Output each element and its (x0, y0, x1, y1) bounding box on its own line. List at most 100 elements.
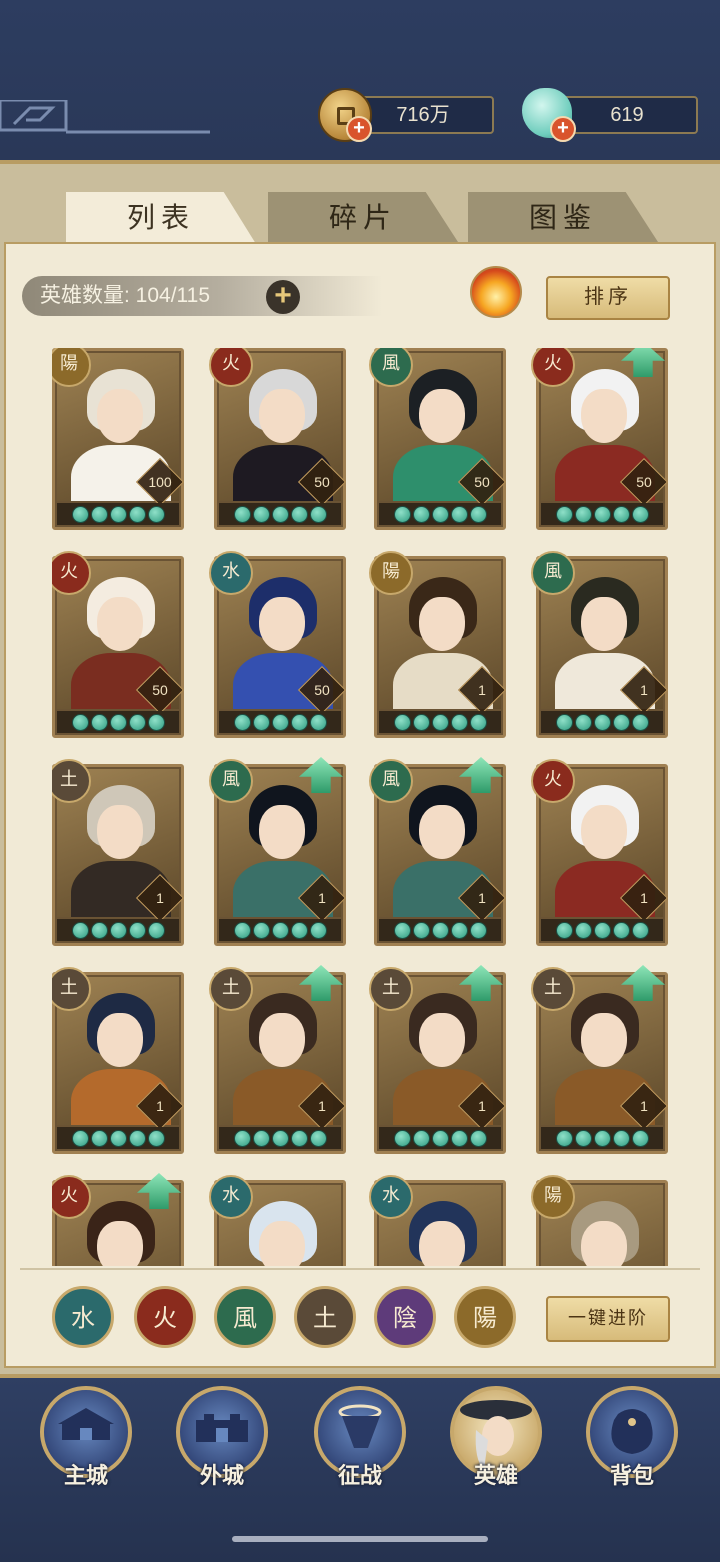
level-value: 100 (148, 474, 172, 490)
star-row (57, 711, 179, 733)
star-row (219, 1127, 341, 1149)
tab-list[interactable]: 列表 (66, 192, 256, 244)
hero-face (419, 1013, 465, 1067)
jade-star-icon (71, 505, 89, 523)
star-row (379, 503, 501, 525)
filter-yang-button[interactable]: 陽 (454, 1286, 516, 1348)
jade-star-icon (412, 505, 430, 523)
hero-card[interactable]: 火 50 (52, 551, 185, 738)
one-click-advance-button[interactable]: 一键进阶 (546, 1296, 670, 1342)
hero-face (97, 1013, 143, 1067)
jade-star-icon (233, 713, 251, 731)
home-indicator[interactable] (232, 1536, 488, 1542)
menu-decoration-icon[interactable] (0, 100, 210, 136)
star-row (379, 711, 501, 733)
jade-star-icon (271, 713, 289, 731)
hero-face (419, 597, 465, 651)
tab-gallery[interactable]: 图鉴 (468, 192, 658, 242)
jade-star-icon (612, 921, 630, 939)
jade-star-icon (593, 505, 611, 523)
nav-label: 英雄 (473, 1463, 518, 1488)
hero-face (419, 1221, 465, 1266)
nav-label: 征战 (337, 1463, 382, 1488)
jade-star-icon (290, 1129, 308, 1147)
jade-star-icon (233, 921, 251, 939)
jade-star-icon (393, 713, 411, 731)
hero-card[interactable]: 風1 (209, 757, 347, 946)
add-jade-icon[interactable]: + (550, 116, 576, 142)
jade-star-icon (109, 921, 127, 939)
jade-star-icon (612, 1129, 630, 1147)
hero-card[interactable]: 陽 100 (52, 348, 185, 530)
nav-label: 主城 (63, 1463, 108, 1488)
fire-icon[interactable] (470, 266, 522, 318)
hero-card[interactable]: 火 50 (531, 348, 669, 530)
star-row (541, 1127, 663, 1149)
hero-card[interactable]: 風 50 (369, 348, 507, 530)
hero-card[interactable]: 土1 (369, 965, 507, 1154)
star-row (219, 919, 341, 941)
hero-card[interactable]: 水 50 (209, 551, 347, 738)
jade-star-icon (128, 505, 146, 523)
nav-outer-city[interactable]: 外城 (172, 1386, 272, 1494)
jade-star-icon (469, 713, 487, 731)
hero-count-label: 英雄数量: 104/115 (22, 276, 382, 316)
jade-star-icon (309, 713, 327, 731)
hero-card[interactable]: 陽 (531, 1175, 668, 1266)
hero-card[interactable]: 土1 (52, 967, 185, 1154)
jade-star-icon (290, 921, 308, 939)
jade-star-icon (393, 505, 411, 523)
hero-card[interactable]: 土1 (209, 965, 347, 1154)
jade-star-icon (631, 921, 649, 939)
filter-earth-button[interactable]: 土 (294, 1286, 356, 1348)
hero-card[interactable]: 火 (52, 1173, 184, 1266)
jade-star-icon (431, 505, 449, 523)
element-badge-icon: 水 (209, 551, 253, 595)
sort-button[interactable]: 排序 (546, 276, 670, 320)
jade-star-icon (109, 1129, 127, 1147)
hero-card[interactable]: 土1 (52, 759, 185, 946)
jade-star-icon (412, 1129, 430, 1147)
hero-card[interactable]: 風1 (531, 551, 669, 738)
jade-star-icon (574, 1129, 592, 1147)
jade-star-icon (147, 1129, 165, 1147)
filter-yin-button[interactable]: 陰 (374, 1286, 436, 1348)
jade-star-icon (252, 1129, 270, 1147)
hero-card[interactable]: 土1 (531, 965, 669, 1154)
hero-face (259, 805, 305, 859)
level-value: 50 (636, 474, 652, 490)
jade-star-icon (431, 1129, 449, 1147)
filter-water-button[interactable]: 水 (52, 1286, 114, 1348)
nav-heroes[interactable]: 英雄 (446, 1386, 546, 1494)
jade-star-icon (71, 713, 89, 731)
nav-label: 外城 (199, 1463, 244, 1488)
add-coins-icon[interactable]: + (346, 116, 372, 142)
add-slot-button[interactable]: + (266, 280, 300, 314)
level-value: 1 (478, 682, 486, 698)
jade-star-icon (90, 505, 108, 523)
star-row (57, 919, 179, 941)
level-value: 1 (318, 890, 326, 906)
jade-star-icon (271, 921, 289, 939)
jade-star-icon (290, 505, 308, 523)
level-value: 1 (156, 1098, 164, 1114)
hero-card[interactable]: 陽1 (369, 551, 507, 738)
hero-card[interactable]: 水 (369, 1175, 506, 1266)
tab-fragments[interactable]: 碎片 (268, 192, 458, 242)
hero-face (259, 1013, 305, 1067)
hero-card[interactable]: 風1 (369, 757, 507, 946)
nav-main-city[interactable]: 主城 (36, 1386, 136, 1494)
filter-wind-button[interactable]: 風 (214, 1286, 276, 1348)
nav-campaign[interactable]: 征战 (310, 1386, 410, 1494)
hero-face (581, 597, 627, 651)
jade-star-icon (431, 713, 449, 731)
filter-fire-button[interactable]: 火 (134, 1286, 196, 1348)
jade-star-icon (555, 1129, 573, 1147)
hero-card[interactable]: 水 (209, 1175, 346, 1266)
level-value: 50 (474, 474, 490, 490)
hero-card[interactable]: 火1 (531, 759, 669, 946)
hero-card[interactable]: 火 50 (209, 348, 347, 530)
nav-backpack[interactable]: 背包 (582, 1386, 682, 1494)
level-value: 1 (478, 1098, 486, 1114)
jade-star-icon (252, 921, 270, 939)
